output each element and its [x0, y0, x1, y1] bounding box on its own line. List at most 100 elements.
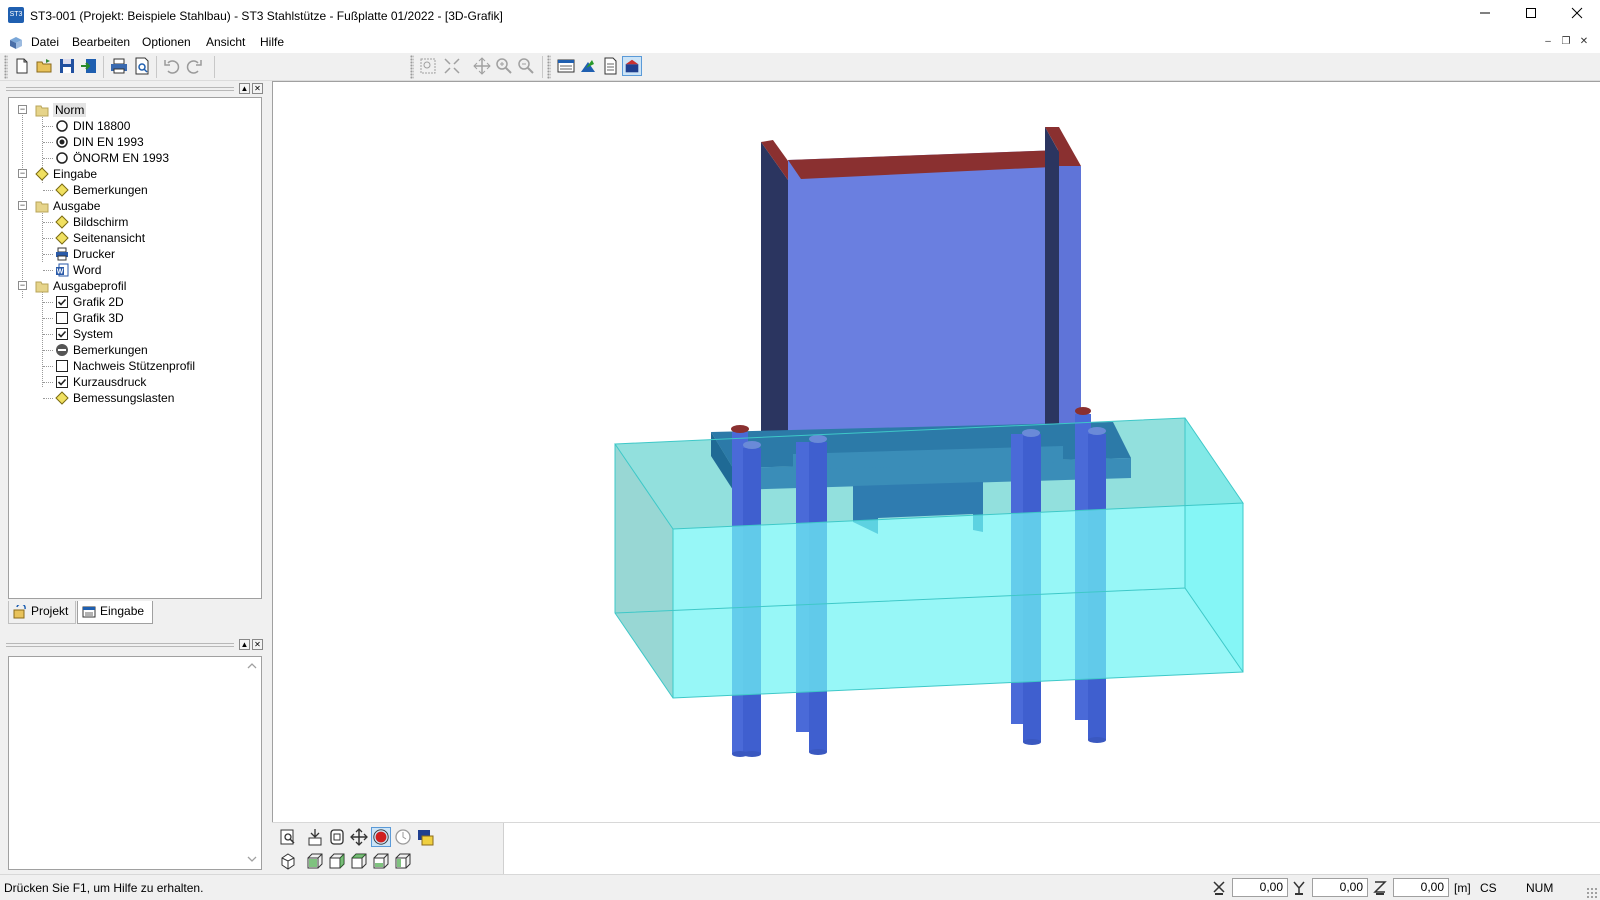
tab-projekt[interactable]: Projekt	[8, 601, 76, 624]
collapse-toggle[interactable]: −	[18, 281, 27, 290]
save-icon[interactable]	[57, 56, 77, 76]
mdi-close-button[interactable]: ✕	[1576, 35, 1592, 50]
new-document-icon[interactable]	[12, 56, 32, 76]
coord-x-field: 0,00	[1232, 878, 1288, 897]
tree-item-word[interactable]: W Word	[9, 262, 259, 278]
tree-item-onorm-en-1993[interactable]: ÖNORM EN 1993	[9, 150, 259, 166]
tree-item-nachweis-stuetzenprofil[interactable]: Nachweis Stützenprofil	[9, 358, 259, 374]
cube-right-icon[interactable]	[327, 851, 347, 871]
panel-tabs: Projekt Eingabe	[8, 601, 262, 625]
graphic-3d-button[interactable]	[622, 56, 642, 76]
tree-item-seitenansicht[interactable]: Seitenansicht	[9, 230, 259, 246]
toolbar-grip-2[interactable]	[410, 55, 414, 79]
document-menu-icon[interactable]	[8, 35, 24, 51]
view-3d-icon[interactable]	[578, 56, 598, 76]
tree-panel-float-button[interactable]: ▲	[239, 83, 250, 94]
notes-scrollbar[interactable]	[244, 658, 260, 868]
diamond-icon	[55, 231, 69, 245]
scroll-down-icon[interactable]	[247, 855, 257, 863]
tree-item-drucker[interactable]: Drucker	[9, 246, 259, 262]
view-fit-icon[interactable]	[327, 827, 347, 847]
resize-grip[interactable]	[1586, 887, 1598, 899]
menu-bar: Datei Bearbeiten Optionen Ansicht Hilfe …	[0, 32, 1600, 53]
view-zoom-icon[interactable]	[278, 827, 298, 847]
radio-empty-icon[interactable]	[55, 151, 69, 165]
notes-panel-float-button[interactable]: ▲	[239, 639, 250, 650]
collapse-toggle[interactable]: −	[18, 169, 27, 178]
mdi-restore-button[interactable]: ❐	[1558, 35, 1574, 50]
status-help-text: Drücken Sie F1, um Hilfe zu erhalten.	[4, 881, 204, 895]
tree-item-system[interactable]: System	[9, 326, 259, 342]
scroll-up-icon[interactable]	[247, 662, 257, 670]
print-preview-icon[interactable]	[132, 56, 152, 76]
view-rotate-button[interactable]	[371, 827, 391, 847]
tree-node-eingabe[interactable]: − Eingabe	[9, 166, 259, 182]
window-title: ST3-001 (Projekt: Beispiele Stahlbau) - …	[30, 9, 503, 23]
export-icon[interactable]	[79, 56, 99, 76]
checkbox-checked-icon[interactable]	[55, 375, 69, 389]
tree-panel-close-button[interactable]: ✕	[252, 83, 263, 94]
zoom-in-icon[interactable]	[494, 56, 514, 76]
iso-view-icon[interactable]	[278, 851, 298, 871]
minimize-icon	[1480, 12, 1490, 14]
cube-top-icon[interactable]	[393, 851, 413, 871]
zoom-out-icon[interactable]	[516, 56, 536, 76]
view-print-icon[interactable]	[415, 827, 435, 847]
radio-empty-icon[interactable]	[55, 119, 69, 133]
minimize-button[interactable]	[1462, 0, 1508, 32]
tree-node-ausgabe[interactable]: − Ausgabe	[9, 198, 259, 214]
tree-item-grafik-2d[interactable]: Grafik 2D	[9, 294, 259, 310]
column-left-flange	[761, 142, 788, 462]
diamond-icon	[35, 167, 49, 181]
undo-icon[interactable]	[162, 56, 182, 76]
tree-item-kurzausdruck[interactable]: Kurzausdruck	[9, 374, 259, 390]
report-icon[interactable]	[600, 56, 620, 76]
menu-bearbeiten[interactable]: Bearbeiten	[72, 35, 130, 49]
radio-selected-icon[interactable]	[55, 135, 69, 149]
checkbox-empty-icon[interactable]	[55, 311, 69, 325]
close-button[interactable]	[1554, 0, 1600, 32]
tree-item-din-18800[interactable]: DIN 18800	[9, 118, 259, 134]
tree-node-ausgabeprofil[interactable]: − Ausgabeprofil	[9, 278, 259, 294]
cube-front-icon[interactable]	[305, 851, 325, 871]
cube-left-icon[interactable]	[371, 851, 391, 871]
toolbar-grip-3[interactable]	[547, 55, 551, 79]
print-icon[interactable]	[109, 56, 129, 76]
checkbox-checked-icon[interactable]	[55, 327, 69, 341]
base-plate-3d-model[interactable]	[273, 82, 1600, 823]
diamond-icon	[55, 391, 69, 405]
redo-icon[interactable]	[184, 56, 204, 76]
notes-panel[interactable]	[8, 656, 262, 870]
tree-item-grafik-3d[interactable]: Grafik 3D	[9, 310, 259, 326]
cube-back-icon[interactable]	[349, 851, 369, 871]
menu-hilfe[interactable]: Hilfe	[260, 35, 284, 49]
zoom-all-icon[interactable]	[442, 56, 462, 76]
menu-optionen[interactable]: Optionen	[142, 35, 191, 49]
collapse-toggle[interactable]: −	[18, 201, 27, 210]
project-tree: − Norm DIN 18800 DIN EN 1993 ÖNORM EN 19…	[8, 97, 262, 599]
view-reset-icon[interactable]	[393, 827, 413, 847]
tree-item-bemerkungen-profil[interactable]: Bemerkungen	[9, 342, 259, 358]
open-folder-icon[interactable]	[34, 56, 54, 76]
view-front-icon[interactable]	[305, 827, 325, 847]
view-move-icon[interactable]	[349, 827, 369, 847]
tab-eingabe[interactable]: Eingabe	[77, 601, 153, 624]
maximize-button[interactable]	[1508, 0, 1554, 32]
tree-item-bildschirm[interactable]: Bildschirm	[9, 214, 259, 230]
collapse-toggle[interactable]: −	[18, 105, 27, 114]
menu-datei[interactable]: Datei	[31, 35, 59, 49]
tree-item-bemerkungen-eingabe[interactable]: Bemerkungen	[9, 182, 259, 198]
input-form-icon[interactable]	[556, 56, 576, 76]
graphic-3d-viewport[interactable]	[272, 81, 1600, 822]
zoom-window-icon[interactable]	[418, 56, 438, 76]
checkbox-empty-icon[interactable]	[55, 359, 69, 373]
toolbar-grip[interactable]	[4, 55, 8, 79]
tree-node-norm[interactable]: − Norm	[9, 102, 259, 118]
mdi-minimize-button[interactable]: –	[1540, 35, 1556, 50]
tree-item-din-en-1993[interactable]: DIN EN 1993	[9, 134, 259, 150]
notes-panel-close-button[interactable]: ✕	[252, 639, 263, 650]
pan-icon[interactable]	[472, 56, 492, 76]
menu-ansicht[interactable]: Ansicht	[206, 35, 245, 49]
checkbox-checked-icon[interactable]	[55, 295, 69, 309]
tree-item-bemessungslasten[interactable]: Bemessungslasten	[9, 390, 259, 406]
